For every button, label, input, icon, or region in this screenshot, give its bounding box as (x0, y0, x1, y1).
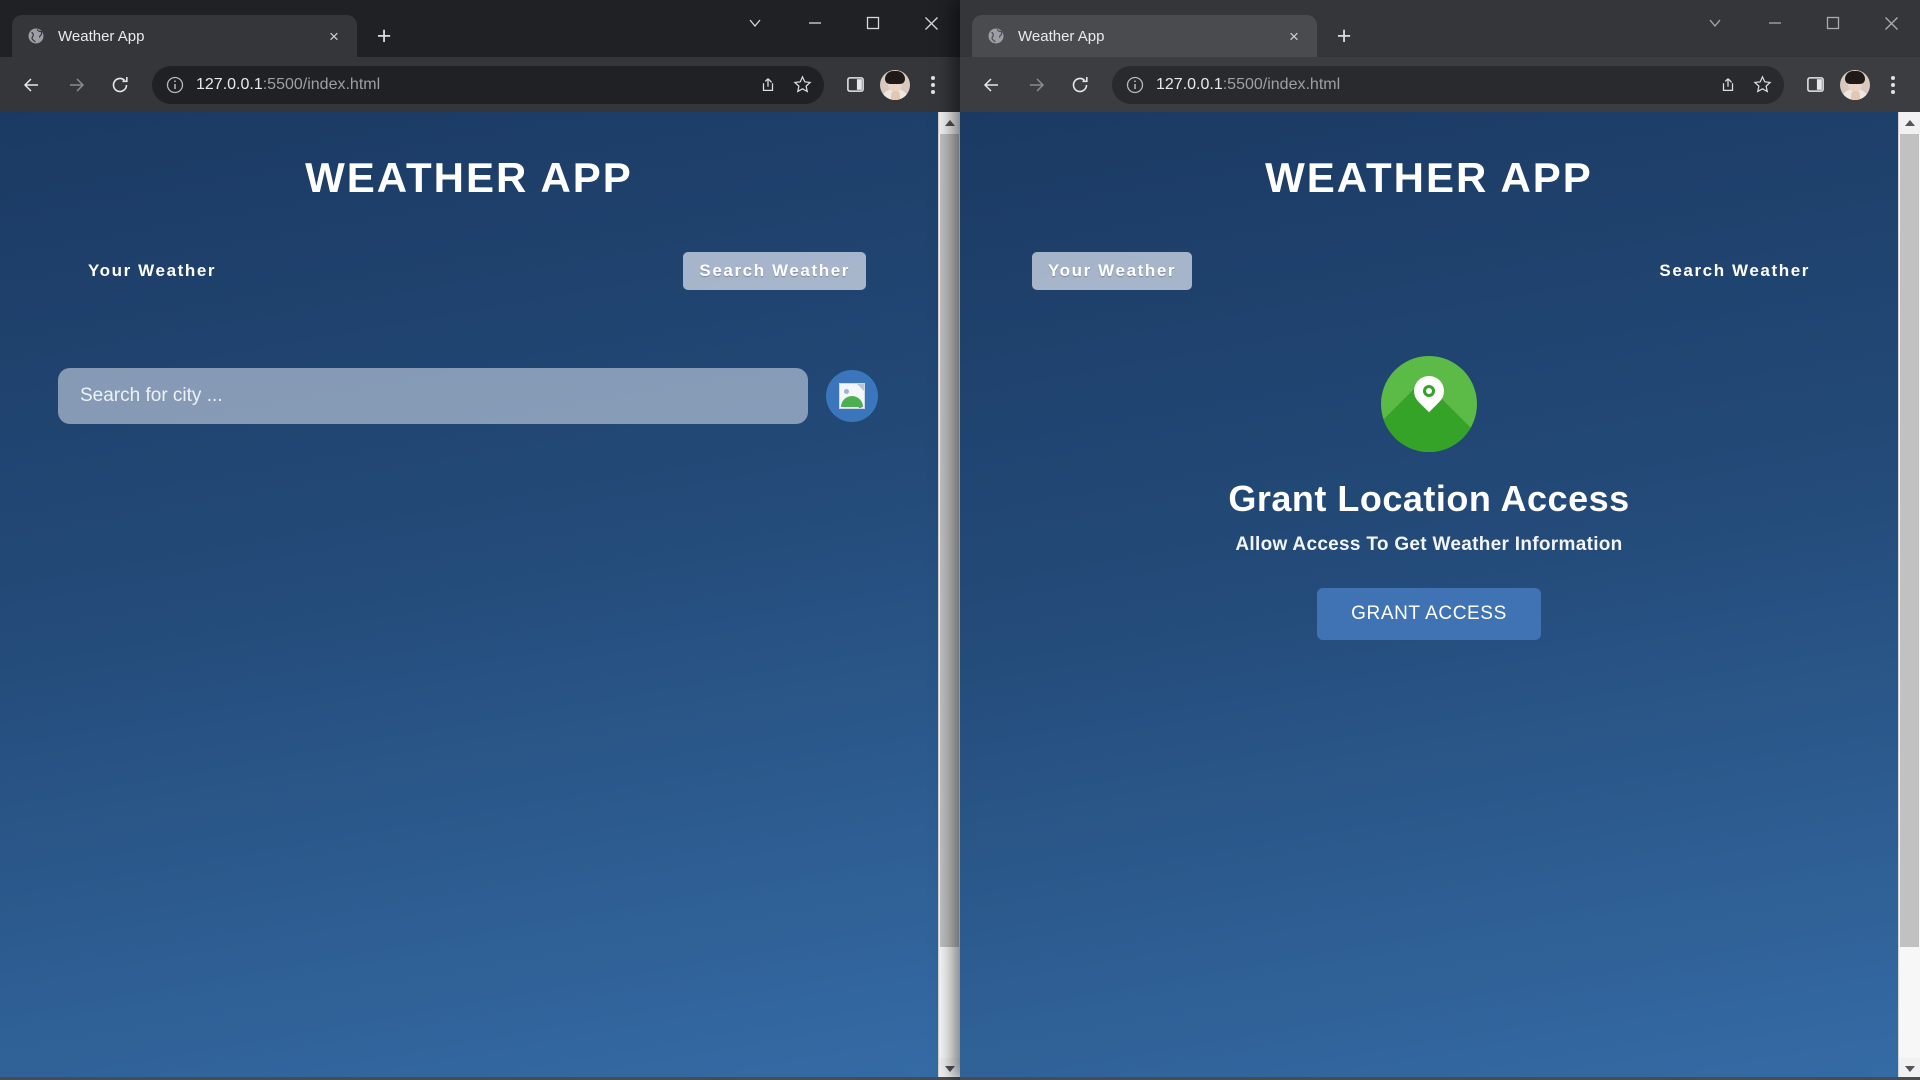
maximize-icon[interactable] (1804, 0, 1862, 46)
scrollbar-track[interactable] (1899, 134, 1920, 1058)
location-pin-icon (1381, 356, 1477, 452)
scrollbar-thumb[interactable] (940, 134, 959, 948)
info-circle-icon[interactable] (164, 74, 186, 96)
globe-icon (26, 26, 46, 46)
tab-search-weather[interactable]: Search Weather (1643, 252, 1826, 290)
scroll-up-arrow[interactable] (1899, 112, 1920, 134)
minimize-icon[interactable] (786, 0, 844, 46)
omnibox-right[interactable]: 127.0.0.1:5500/index.html (1112, 65, 1784, 104)
tab-search-weather[interactable]: Search Weather (683, 252, 866, 290)
minimize-icon[interactable] (1746, 0, 1804, 46)
window-controls-left (724, 0, 960, 46)
grant-access-button[interactable]: GRANT ACCESS (1317, 588, 1541, 640)
window-close-icon[interactable] (1862, 0, 1920, 46)
tab-your-weather[interactable]: Your Weather (72, 252, 232, 290)
browser-tab-title: Weather App (1018, 27, 1105, 45)
scroll-up-arrow[interactable] (939, 112, 960, 134)
grant-access-container: Grant Location Access Allow Access To Ge… (960, 356, 1898, 640)
star-icon[interactable] (786, 69, 818, 101)
page-viewport-left: WEATHER APP Your Weather Search Weather (0, 112, 960, 1080)
browser-window-right[interactable]: Weather App × + 127.0.0.1:5500/index.htm… (960, 0, 1920, 1080)
search-weather-form (58, 368, 878, 424)
url-text: 127.0.0.1:5500/index.html (1156, 76, 1710, 94)
search-submit-button[interactable] (826, 370, 878, 422)
chevron-down-icon[interactable] (724, 0, 786, 46)
page-title: WEATHER APP (1265, 154, 1593, 201)
titlebar-left: Weather App × + (0, 0, 960, 57)
back-arrow-icon[interactable] (973, 66, 1011, 104)
reload-icon[interactable] (101, 66, 139, 104)
url-host: 127.0.0.1 (196, 75, 263, 93)
search-input[interactable] (58, 368, 808, 424)
browser-window-left[interactable]: Weather App × + 127.0.0.1:5500/index.htm… (0, 0, 960, 1080)
kebab-menu-icon[interactable] (1876, 66, 1910, 104)
browser-tab-right[interactable]: Weather App × (972, 15, 1317, 57)
user-avatar[interactable] (1840, 69, 1870, 100)
url-text: 127.0.0.1:5500/index.html (196, 76, 750, 94)
grant-subtitle: Allow Access To Get Weather Information (1235, 534, 1623, 555)
new-tab-button[interactable]: + (1327, 19, 1361, 53)
broken-image-icon (839, 383, 865, 409)
share-icon[interactable] (1712, 69, 1744, 101)
page-scrollbar-left[interactable] (938, 112, 960, 1080)
close-icon[interactable]: × (1283, 25, 1305, 47)
scrollbar-track[interactable] (939, 134, 960, 1058)
omnibox-left[interactable]: 127.0.0.1:5500/index.html (152, 65, 824, 104)
user-avatar[interactable] (880, 69, 910, 100)
page-viewport-right: WEATHER APP Your Weather Search Weather … (960, 112, 1920, 1080)
weather-app-page-right: WEATHER APP Your Weather Search Weather … (960, 112, 1898, 1080)
star-icon[interactable] (1746, 69, 1778, 101)
browser-tab-title: Weather App (58, 27, 145, 45)
tabstrip-right: Weather App × + (960, 0, 1361, 57)
share-icon[interactable] (752, 69, 784, 101)
page-scrollbar-right[interactable] (1898, 112, 1920, 1080)
new-tab-button[interactable]: + (367, 19, 401, 53)
reload-icon[interactable] (1061, 66, 1099, 104)
forward-arrow-icon[interactable] (57, 66, 95, 104)
side-panel-icon[interactable] (836, 66, 874, 104)
side-panel-icon[interactable] (1796, 66, 1834, 104)
toolbar-left: 127.0.0.1:5500/index.html (0, 57, 960, 112)
chevron-down-icon[interactable] (1684, 0, 1746, 46)
toolbar-right: 127.0.0.1:5500/index.html (960, 57, 1920, 112)
tab-your-weather[interactable]: Your Weather (1032, 252, 1193, 290)
globe-icon (986, 26, 1006, 46)
window-close-icon[interactable] (902, 0, 960, 46)
grant-title: Grant Location Access (1228, 478, 1630, 519)
close-icon[interactable]: × (323, 25, 345, 47)
back-arrow-icon[interactable] (13, 66, 51, 104)
app-tabs-right: Your Weather Search Weather (1032, 252, 1826, 290)
info-circle-icon[interactable] (1124, 74, 1146, 96)
url-path: :5500/index.html (1222, 75, 1341, 93)
window-controls-right (1684, 0, 1920, 46)
desktop: Weather App × + 127.0.0.1:5500/index.htm… (0, 0, 1920, 1080)
forward-arrow-icon[interactable] (1017, 66, 1055, 104)
maximize-icon[interactable] (844, 0, 902, 46)
kebab-menu-icon[interactable] (916, 66, 950, 104)
scrollbar-thumb[interactable] (1900, 134, 1919, 948)
app-tabs-left: Your Weather Search Weather (72, 252, 866, 290)
weather-app-page-left: WEATHER APP Your Weather Search Weather (0, 112, 938, 1080)
page-title: WEATHER APP (305, 154, 633, 201)
url-host: 127.0.0.1 (1156, 75, 1223, 93)
tabstrip-left: Weather App × + (0, 0, 401, 57)
browser-tab-left[interactable]: Weather App × (12, 15, 357, 57)
url-path: :5500/index.html (262, 75, 381, 93)
titlebar-right: Weather App × + (960, 0, 1920, 57)
